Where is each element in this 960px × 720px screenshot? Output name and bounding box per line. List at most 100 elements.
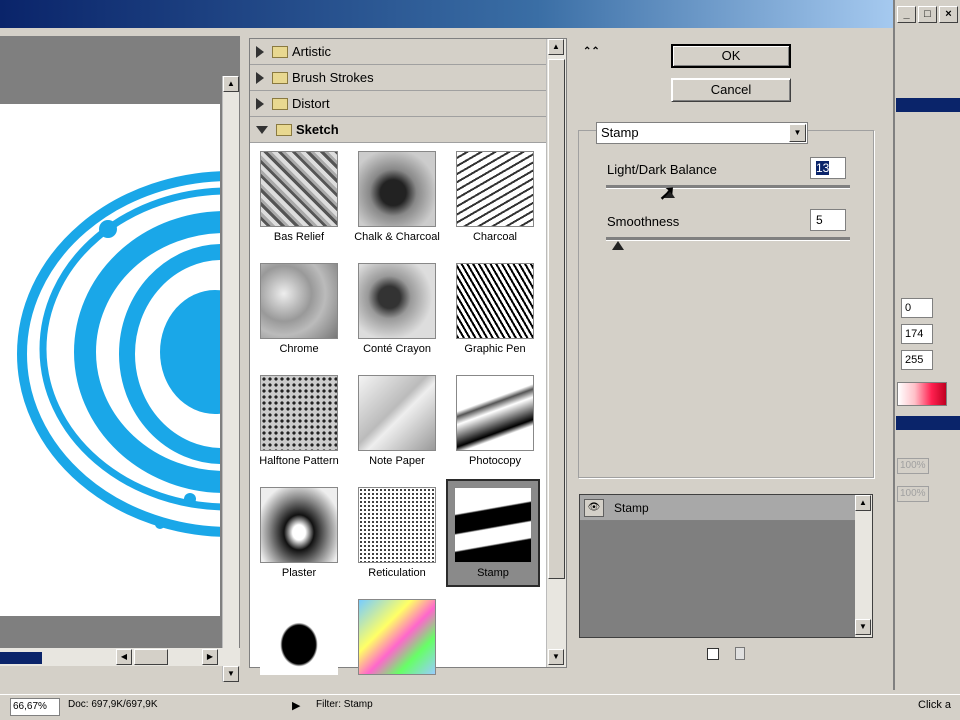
filter-preview-image	[454, 487, 532, 563]
filter-preview-image	[358, 151, 436, 227]
filter-list-scrollbar[interactable]: ▲ ▼	[546, 39, 566, 667]
filter-thumb-water-paper[interactable]	[350, 593, 444, 701]
filter-label: Halftone Pattern	[259, 455, 339, 467]
category-label: Sketch	[296, 122, 339, 137]
filter-preview-image	[260, 375, 338, 451]
doc-size: Doc: 697,9K/697,9K	[68, 699, 158, 710]
category-sketch[interactable]: Sketch	[250, 117, 546, 143]
filter-preview-image	[358, 487, 436, 563]
palette-title-bar	[896, 416, 960, 430]
filter-preview-image	[358, 263, 436, 339]
category-label: Artistic	[292, 44, 331, 59]
filter-thumb-chrome[interactable]: Chrome	[252, 257, 346, 365]
color-field-g[interactable]: 174	[901, 324, 933, 344]
category-artistic[interactable]: Artistic	[250, 39, 546, 65]
eye-icon[interactable]: 👁	[584, 498, 604, 517]
filter-thumb-graphic-pen[interactable]: Graphic Pen	[448, 257, 542, 365]
filter-label: Conté Crayon	[363, 343, 431, 355]
light-dark-slider[interactable]	[606, 185, 850, 189]
status-menu-arrow-icon[interactable]: ▶	[292, 699, 300, 712]
filter-thumb-conte-crayon[interactable]: Conté Crayon	[350, 257, 444, 365]
canvas-vertical-scrollbar[interactable]: ▲ ▼	[222, 76, 239, 682]
filter-label: Charcoal	[472, 231, 518, 243]
filter-select[interactable]: Stamp ▼	[596, 122, 808, 144]
filter-preview-image	[358, 375, 436, 451]
color-field-b[interactable]: 255	[901, 350, 933, 370]
close-button[interactable]: ×	[939, 6, 958, 23]
filter-preview-image	[456, 375, 534, 451]
new-effect-layer-icon[interactable]	[707, 648, 719, 660]
smoothness-input[interactable]: 5	[810, 209, 846, 231]
scroll-up-button[interactable]: ▲	[223, 76, 239, 92]
filter-thumb-charcoal[interactable]: Charcoal	[448, 145, 542, 253]
filter-thumb-torn-edges[interactable]	[252, 593, 346, 701]
collapse-arrow-icon	[256, 125, 268, 134]
document-canvas-area: ▲ ▼	[0, 36, 240, 682]
scroll-up-button[interactable]: ▲	[548, 39, 564, 55]
category-brush-strokes[interactable]: Brush Strokes	[250, 65, 546, 91]
filter-preview-image	[456, 151, 534, 227]
filter-preview-image	[260, 151, 338, 227]
light-dark-balance-input[interactable]: 13	[810, 157, 846, 179]
effect-layer-row[interactable]: 👁 Stamp	[580, 495, 856, 521]
chevron-down-icon[interactable]: ▼	[789, 124, 806, 142]
right-palette-top	[896, 98, 960, 388]
status-hint: Click a	[918, 699, 952, 711]
scroll-down-button[interactable]: ▼	[855, 619, 871, 635]
filter-thumb-plaster[interactable]: Plaster	[252, 481, 346, 589]
ok-button[interactable]: OK	[671, 44, 791, 68]
scroll-left-button[interactable]: ◀	[116, 649, 132, 665]
filter-label: Chrome	[279, 343, 319, 355]
fill-field[interactable]: 100%	[897, 486, 929, 502]
smoothness-slider-thumb[interactable]	[612, 241, 625, 250]
folder-icon	[272, 71, 288, 84]
filter-thumb-bas-relief[interactable]: Bas Relief	[252, 145, 346, 253]
color-field-r[interactable]: 0	[901, 298, 933, 318]
canvas-indicator	[0, 652, 42, 664]
trash-icon[interactable]	[735, 647, 745, 660]
scroll-down-button[interactable]: ▼	[223, 666, 239, 682]
scroll-thumb[interactable]	[134, 649, 168, 665]
effect-layers-list: 👁 Stamp ▲ ▼	[579, 494, 873, 638]
document-canvas[interactable]	[0, 104, 220, 616]
filter-label: Stamp	[477, 567, 509, 579]
filter-thumb-chalk-charcoal[interactable]: Chalk & Charcoal	[350, 145, 444, 253]
filter-gallery-panel: Artistic Brush Strokes Distort Sketch Ba…	[249, 38, 567, 675]
filter-label: Photocopy	[469, 455, 521, 467]
category-distort[interactable]: Distort	[250, 91, 546, 117]
status-filter: Filter: Stamp	[316, 699, 373, 710]
filter-select-value: Stamp	[601, 125, 639, 140]
effect-layers-scrollbar[interactable]: ▲ ▼	[855, 495, 872, 637]
smoothness-slider[interactable]	[606, 237, 850, 241]
folder-icon	[272, 97, 288, 110]
mouse-cursor-icon: ➚	[658, 180, 677, 205]
filter-label: Reticulation	[368, 567, 426, 579]
scroll-down-button[interactable]: ▼	[548, 649, 564, 665]
filter-preview-image	[456, 263, 534, 339]
filter-preview-image	[260, 599, 338, 675]
filter-thumb-reticulation[interactable]: Reticulation	[350, 481, 444, 589]
collapse-gallery-icon[interactable]: ⌃⌃	[583, 46, 600, 57]
minimize-button[interactable]: _	[897, 6, 916, 23]
artwork-rings	[17, 171, 220, 537]
dialog-edge	[893, 0, 895, 690]
maximize-button[interactable]: □	[918, 6, 937, 23]
color-ramp[interactable]	[897, 382, 947, 406]
filter-thumb-photocopy[interactable]: Photocopy	[448, 369, 542, 477]
zoom-field[interactable]: 66,67%	[10, 698, 60, 716]
scroll-thumb[interactable]	[548, 59, 565, 579]
filter-label: Chalk & Charcoal	[354, 231, 440, 243]
param-light-dark-label: Light/Dark Balance	[607, 162, 717, 177]
filter-thumb-stamp[interactable]: Stamp	[446, 479, 540, 587]
right-palette-bottom	[896, 416, 960, 542]
scroll-right-button[interactable]: ▶	[202, 649, 218, 665]
folder-icon	[276, 123, 292, 136]
filter-thumb-note-paper[interactable]: Note Paper	[350, 369, 444, 477]
filter-thumb-halftone-pattern[interactable]: Halftone Pattern	[252, 369, 346, 477]
status-bar: 66,67% Doc: 697,9K/697,9K ▶ Filter: Stam…	[0, 694, 960, 720]
opacity-field[interactable]: 100%	[897, 458, 929, 474]
effect-layer-label: Stamp	[614, 500, 649, 515]
app-window: _ □ × ▲ ▼ ◀ ▶ Artistic Brush Strokes Dis…	[0, 0, 960, 720]
scroll-up-button[interactable]: ▲	[855, 495, 871, 511]
cancel-button[interactable]: Cancel	[671, 78, 791, 102]
